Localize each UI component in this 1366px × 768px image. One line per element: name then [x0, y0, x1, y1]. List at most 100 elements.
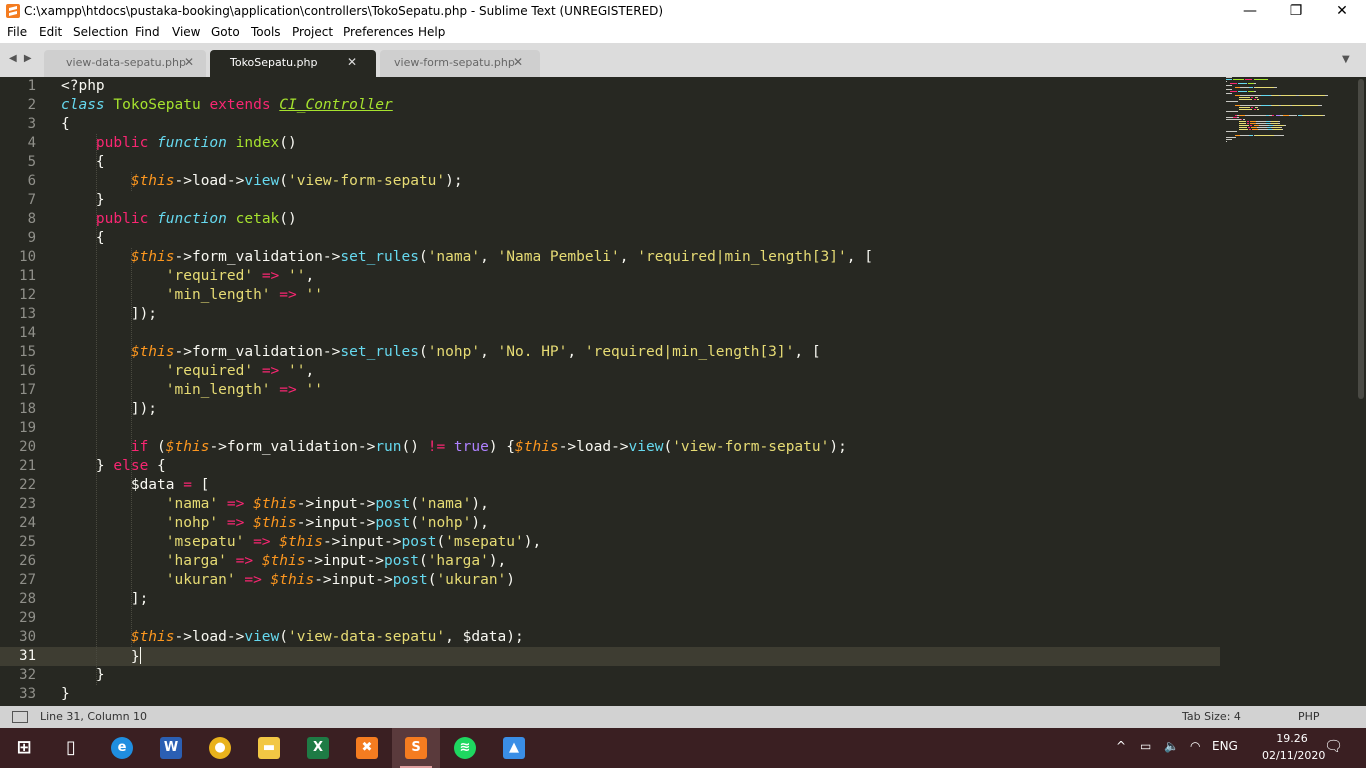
- code-editor[interactable]: 1 2 3 4 5 6 7 8 9 10 11 12 13 14 15 16 17 18 19 20 21 22 23 24 2…: [0, 77, 1356, 706]
- menu-project[interactable]: Project: [292, 25, 333, 39]
- code-token: =>: [244, 572, 262, 588]
- menu-help[interactable]: Help: [418, 25, 445, 39]
- code-line[interactable]: 'nama' => $this->input->post('nama'),: [61, 495, 489, 514]
- line-number: 8: [27, 211, 36, 227]
- line-number-gutter: 1 2 3 4 5 6 7 8 9 10 11 12 13 14 15 16 17 18 19 20 21 22 23 24 2…: [0, 77, 50, 706]
- clock-time[interactable]: 19.26: [1262, 732, 1322, 745]
- tab-close-icon[interactable]: ✕: [513, 55, 523, 69]
- language-indicator[interactable]: ENG: [1212, 739, 1238, 753]
- code-line[interactable]: if ($this->form_validation->run() != tru…: [61, 438, 847, 457]
- code-line[interactable]: }: [61, 191, 105, 210]
- show-hidden-icons-icon[interactable]: ^: [1116, 739, 1126, 753]
- line-number: 31: [19, 648, 36, 664]
- taskbar-xampp-button[interactable]: ✖: [343, 728, 391, 768]
- panel-toggle-icon[interactable]: [12, 711, 28, 723]
- minimap-line: [1256, 109, 1259, 110]
- minimap-line: [1230, 83, 1237, 84]
- tab-view-data-sepatu[interactable]: view-data-sepatu.php ✕: [44, 50, 206, 77]
- syntax-selector[interactable]: PHP: [1298, 710, 1320, 723]
- menu-preferences[interactable]: Preferences: [343, 25, 414, 39]
- taskbar-word-button[interactable]: W: [147, 728, 195, 768]
- minimap-line: [1239, 107, 1251, 108]
- minimap[interactable]: [1226, 77, 1329, 147]
- scrollbar-thumb[interactable]: [1358, 79, 1364, 399]
- taskbar-start-button[interactable]: ⊞: [0, 728, 48, 768]
- menu-goto[interactable]: Goto: [211, 25, 240, 39]
- vertical-scrollbar[interactable]: [1356, 77, 1366, 706]
- minimap-line: [1256, 97, 1258, 98]
- tab-list-dropdown-icon[interactable]: ▼: [1342, 54, 1350, 65]
- code-line[interactable]: class TokoSepatu extends CI_Controller: [61, 96, 393, 115]
- code-line[interactable]: 'required' => '',: [61, 267, 314, 286]
- code-line[interactable]: 'min_length' => '': [61, 381, 323, 400]
- taskbar-file-explorer-button[interactable]: ▬: [245, 728, 293, 768]
- tab-size-selector[interactable]: Tab Size: 4: [1182, 710, 1241, 723]
- code-line[interactable]: }: [61, 647, 141, 666]
- code-token: =>: [226, 515, 245, 531]
- code-line[interactable]: ]);: [61, 400, 157, 419]
- line-number: 2: [27, 97, 36, 113]
- minimap-line: [1288, 115, 1298, 116]
- tab-tokosepatu[interactable]: TokoSepatu.php ✕: [210, 50, 376, 77]
- minimap-line: [1255, 123, 1266, 124]
- code-line[interactable]: {: [61, 153, 105, 172]
- menu-view[interactable]: View: [172, 25, 200, 39]
- minimap-line: [1226, 137, 1236, 138]
- maximize-button[interactable]: ❐: [1273, 0, 1319, 23]
- taskbar-photos-button[interactable]: ▲: [490, 728, 538, 768]
- taskbar-spotify-button[interactable]: ≋: [441, 728, 489, 768]
- code-line[interactable]: 'msepatu' => $this->input->post('msepatu…: [61, 533, 541, 552]
- code-token: '': [305, 382, 323, 398]
- code-line[interactable]: 'min_length' => '': [61, 286, 323, 305]
- code-line[interactable]: }: [61, 666, 105, 685]
- tab-close-icon[interactable]: ✕: [184, 55, 194, 69]
- code-line[interactable]: }: [61, 685, 70, 704]
- close-button[interactable]: ✕: [1319, 0, 1365, 23]
- code-line[interactable]: ]);: [61, 305, 157, 324]
- taskbar-chrome-button[interactable]: ●: [196, 728, 244, 768]
- line-number: 20: [19, 439, 36, 455]
- clock-date[interactable]: 02/11/2020: [1262, 749, 1325, 762]
- menu-selection[interactable]: Selection: [73, 25, 128, 39]
- minimap-line: [1239, 127, 1247, 128]
- taskbar-edge-button[interactable]: e: [98, 728, 146, 768]
- code-line[interactable]: } else {: [61, 457, 166, 476]
- status-bar: Line 31, Column 10 Tab Size: 4 PHP: [0, 706, 1366, 728]
- code-line[interactable]: 'ukuran' => $this->input->post('ukuran'): [61, 571, 515, 590]
- volume-icon[interactable]: 🔈: [1164, 739, 1179, 753]
- taskbar-excel-button[interactable]: X: [294, 728, 342, 768]
- code-line[interactable]: <?php: [61, 77, 105, 96]
- code-line[interactable]: 'harga' => $this->input->post('harga'),: [61, 552, 507, 571]
- menu-find[interactable]: Find: [135, 25, 160, 39]
- code-token: run: [375, 439, 402, 455]
- code-line[interactable]: $this->load->view('view-form-sepatu');: [61, 172, 463, 191]
- code-line[interactable]: 'nohp' => $this->input->post('nohp'),: [61, 514, 489, 533]
- wifi-icon[interactable]: ◠: [1190, 739, 1200, 753]
- notification-icon[interactable]: 🗨: [1324, 737, 1343, 755]
- code-line[interactable]: $this->form_validation->set_rules('nama'…: [61, 248, 873, 267]
- code-token: }: [61, 649, 140, 665]
- tab-navigation-arrows-icon[interactable]: ◀ ▶: [9, 53, 34, 64]
- code-line[interactable]: $this->form_validation->set_rules('nohp'…: [61, 343, 821, 362]
- code-line[interactable]: {: [61, 229, 105, 248]
- code-line[interactable]: {: [61, 115, 70, 134]
- tab-view-form-sepatu[interactable]: view-form-sepatu.php ✕: [380, 50, 540, 77]
- menu-tools[interactable]: Tools: [251, 25, 281, 39]
- menu-file[interactable]: File: [7, 25, 27, 39]
- taskbar-task-view-button[interactable]: ▯: [47, 728, 95, 768]
- code-token: , $data);: [445, 629, 524, 645]
- minimap-line: [1256, 127, 1267, 128]
- code-line[interactable]: ];: [61, 590, 148, 609]
- menu-edit[interactable]: Edit: [39, 25, 62, 39]
- tab-close-icon[interactable]: ✕: [347, 55, 357, 69]
- taskbar-sublime-text-button[interactable]: S: [392, 728, 440, 768]
- code-line[interactable]: $data = [: [61, 476, 210, 495]
- code-line[interactable]: 'required' => '',: [61, 362, 314, 381]
- minimize-button[interactable]: —: [1227, 0, 1273, 23]
- battery-icon[interactable]: ▭: [1140, 739, 1151, 753]
